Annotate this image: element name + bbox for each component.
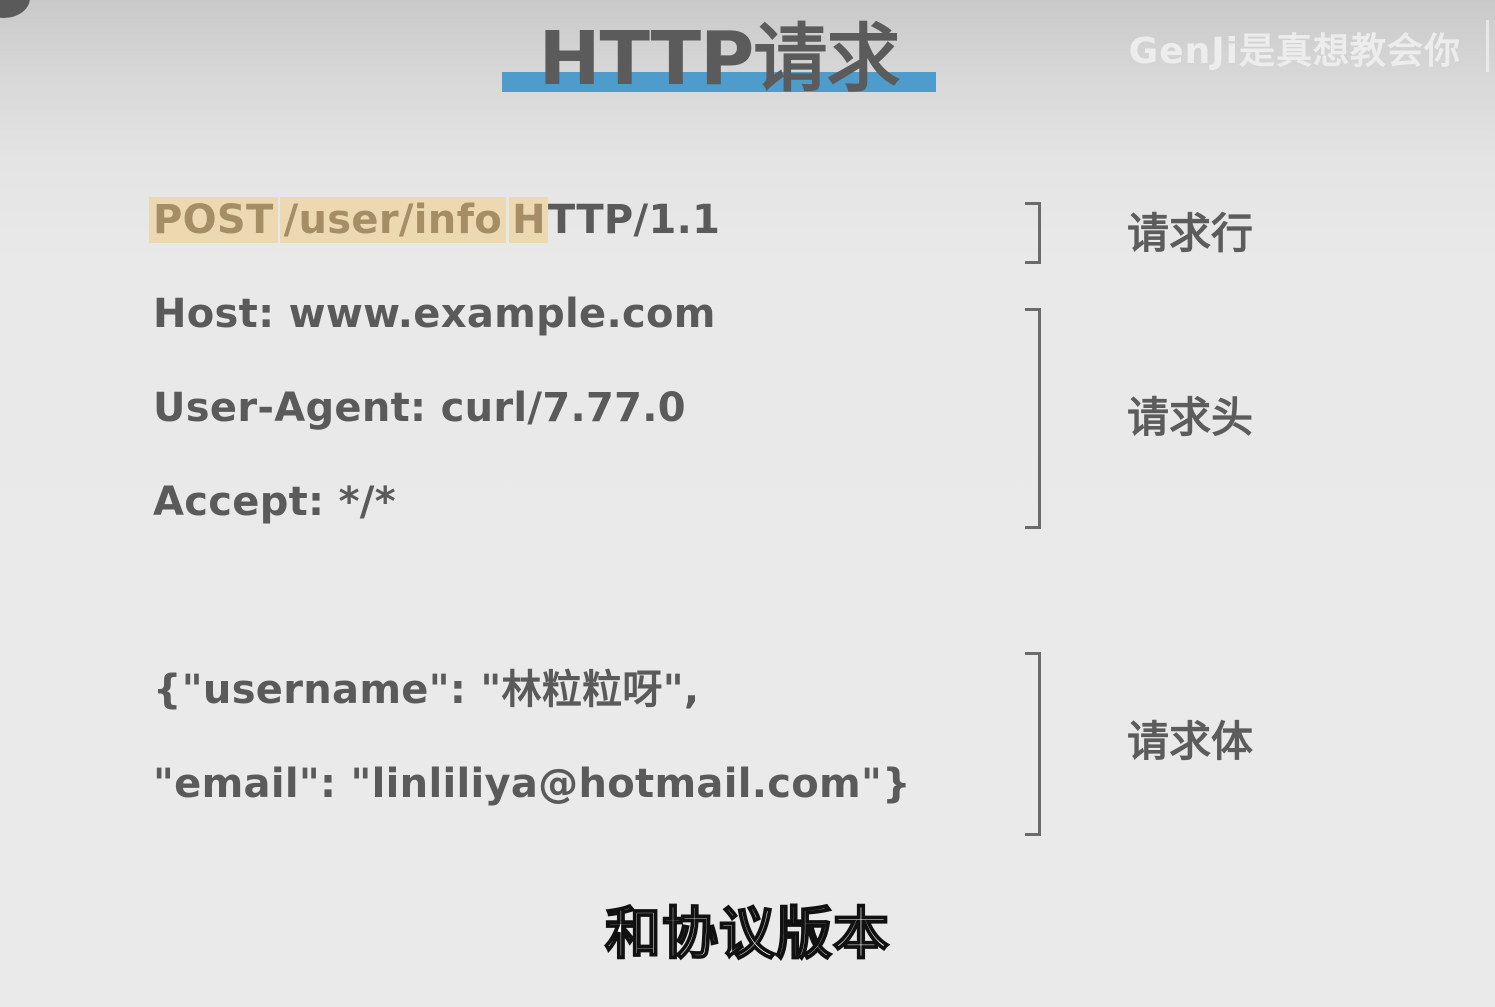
- corner-decoration: [0, 0, 30, 18]
- path-highlight: /user/info: [279, 197, 507, 243]
- title-block: HTTP请求: [502, 10, 936, 102]
- label-request-headers: 请求头: [1127, 393, 1254, 442]
- request-headers-bracket: [1025, 308, 1041, 529]
- request-body-bracket: [1025, 652, 1041, 836]
- label-request-body: 请求体: [1127, 717, 1254, 766]
- request-line-bracket: [1025, 202, 1041, 264]
- version-highlight: H: [509, 197, 548, 243]
- header-line-user-agent: User-Agent: curl/7.77.0: [153, 385, 686, 431]
- method-highlight: POST: [149, 197, 278, 243]
- subtitle-caption: 和协议版本: [604, 901, 890, 968]
- request-line: POST/user/info HTTP/1.1: [149, 195, 721, 245]
- version-text: TTP/1.1: [547, 197, 721, 243]
- body-line-username: {"username": "林粒粒呀",: [153, 667, 700, 713]
- label-request-line: 请求行: [1127, 209, 1254, 258]
- watermark-edge: [1486, 20, 1489, 72]
- header-line-accept: Accept: */*: [153, 479, 396, 525]
- header-line-host: Host: www.example.com: [153, 291, 716, 337]
- watermark: GenJi是真想教会你: [1128, 31, 1461, 72]
- body-line-email: "email": "linliliya@hotmail.com"}: [153, 761, 911, 807]
- page-title: HTTP请求: [538, 16, 901, 102]
